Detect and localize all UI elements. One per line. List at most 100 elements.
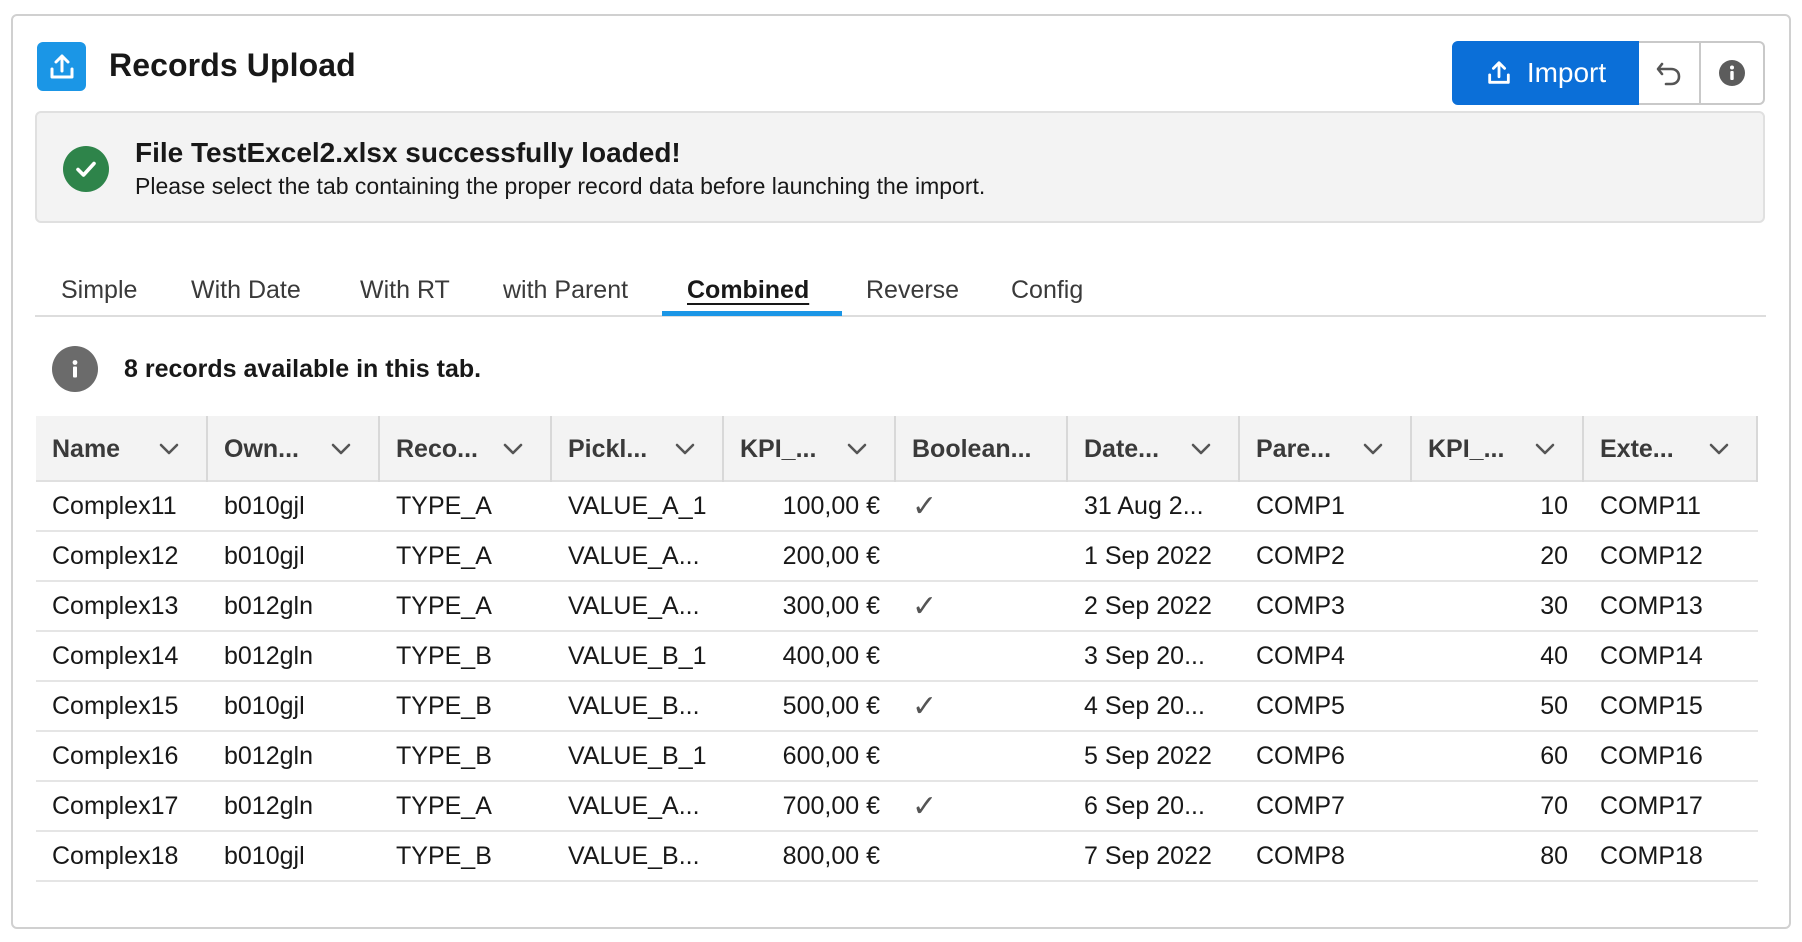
tab-reverse[interactable]: Reverse <box>866 276 959 305</box>
table-cell: COMP8 <box>1256 841 1345 870</box>
chevron-down-icon[interactable] <box>502 438 524 460</box>
column-header[interactable]: KPI_... <box>1412 416 1584 482</box>
tab-bar: Simple With Date With RT with Parent Com… <box>35 262 1766 317</box>
table-cell: TYPE_B <box>396 691 492 720</box>
table-cell: COMP7 <box>1256 791 1345 820</box>
table-cell: b012gln <box>224 641 313 670</box>
column-header-label: KPI_... <box>740 434 817 463</box>
table-cell: Complex16 <box>52 741 179 770</box>
undo-button[interactable] <box>1639 41 1701 105</box>
table-header: Name Own... Reco... Pickl... KPI_... Boolean.… <box>36 416 1758 482</box>
table-cell: b010gjl <box>224 691 305 720</box>
table-cell: COMP16 <box>1600 741 1703 770</box>
import-button[interactable]: Import <box>1452 41 1639 105</box>
import-button-label: Import <box>1526 57 1607 88</box>
page-title: Records Upload <box>109 47 356 83</box>
table-cell: 6 Sep 20... <box>1084 791 1205 820</box>
table-row[interactable]: Complex13 b012gln TYPE_A VALUE_A... 300,00 €… <box>36 582 1758 632</box>
table-row[interactable]: Complex17 b012gln TYPE_A VALUE_A... 700,00 €… <box>36 782 1758 832</box>
table-cell-boolean <box>896 532 1068 580</box>
chevron-down-icon[interactable] <box>1534 438 1556 460</box>
checkmark-icon: ✓ <box>912 489 938 523</box>
column-header[interactable]: Boolean... <box>896 416 1068 482</box>
chevron-down-icon[interactable] <box>158 438 180 460</box>
table-cell: COMP15 <box>1600 691 1703 720</box>
table-cell: TYPE_B <box>396 841 492 870</box>
column-header[interactable]: KPI_... <box>724 416 896 482</box>
table-row[interactable]: Complex12 b010gjl TYPE_A VALUE_A... 200,00 €… <box>36 532 1758 582</box>
table-cell: Complex17 <box>52 791 179 820</box>
table-cell: COMP4 <box>1256 641 1345 670</box>
column-header-label: Pickl... <box>568 434 648 463</box>
table-cell: VALUE_A_1 <box>568 491 707 520</box>
table-cell: 2 Sep 2022 <box>1084 591 1212 620</box>
table-cell: b012gln <box>224 591 313 620</box>
table-cell: 7 Sep 2022 <box>1084 841 1212 870</box>
tab-simple[interactable]: Simple <box>61 276 137 305</box>
table-cell: Complex14 <box>52 641 179 670</box>
table-body: Complex11 b010gjl TYPE_A VALUE_A_1 100,00 € ✓… <box>36 482 1758 882</box>
column-header[interactable]: Reco... <box>380 416 552 482</box>
chevron-down-icon[interactable] <box>1362 438 1384 460</box>
table-cell: TYPE_A <box>396 541 492 570</box>
table-cell: COMP18 <box>1600 841 1703 870</box>
table-cell: COMP17 <box>1600 791 1703 820</box>
table-cell: Complex12 <box>52 541 179 570</box>
table-cell: COMP5 <box>1256 691 1345 720</box>
table-cell-boolean <box>896 832 1068 880</box>
table-cell: TYPE_B <box>396 741 492 770</box>
column-header[interactable]: Pare... <box>1240 416 1412 482</box>
table-row[interactable]: Complex11 b010gjl TYPE_A VALUE_A_1 100,00 € ✓… <box>36 482 1758 532</box>
table-row[interactable]: Complex15 b010gjl TYPE_B VALUE_B... 500,00 €… <box>36 682 1758 732</box>
records-info: 8 records available in this tab. <box>52 346 852 392</box>
records-table: Name Own... Reco... Pickl... KPI_... Boolean.… <box>36 416 1758 882</box>
tab-with-rt[interactable]: With RT <box>360 276 450 305</box>
table-row[interactable]: Complex14 b012gln TYPE_B VALUE_B_1 400,00 € 3… <box>36 632 1758 682</box>
column-header[interactable]: Pickl... <box>552 416 724 482</box>
tab-config[interactable]: Config <box>1011 276 1083 305</box>
checkmark-icon: ✓ <box>912 689 938 723</box>
column-header-label: Reco... <box>396 434 478 463</box>
tab-with-parent[interactable]: with Parent <box>503 276 628 305</box>
column-header-label: Own... <box>224 434 299 463</box>
column-header[interactable]: Own... <box>208 416 380 482</box>
table-cell: COMP11 <box>1600 491 1701 520</box>
table-cell: VALUE_A... <box>568 541 700 570</box>
chevron-down-icon[interactable] <box>674 438 696 460</box>
notice-message: Please select the tab containing the pro… <box>135 173 986 199</box>
table-cell: TYPE_A <box>396 491 492 520</box>
table-cell: 20 <box>1540 541 1568 570</box>
check-icon <box>63 146 109 192</box>
column-header[interactable]: Name <box>36 416 208 482</box>
upload-icon <box>37 42 86 91</box>
chevron-down-icon[interactable] <box>1190 438 1212 460</box>
table-cell: 30 <box>1540 591 1568 620</box>
table-cell: 500,00 € <box>782 691 880 720</box>
info-button[interactable] <box>1701 41 1765 105</box>
table-cell: Complex11 <box>52 491 177 520</box>
table-row[interactable]: Complex16 b012gln TYPE_B VALUE_B_1 600,00 € 5… <box>36 732 1758 782</box>
table-cell: VALUE_B_1 <box>568 741 707 770</box>
tab-with-date[interactable]: With Date <box>191 276 301 305</box>
table-cell: VALUE_B... <box>568 691 700 720</box>
table-cell: 31 Aug 2... <box>1084 491 1204 520</box>
table-cell: COMP14 <box>1600 641 1703 670</box>
table-cell: 400,00 € <box>782 641 880 670</box>
column-header-label: KPI_... <box>1428 434 1505 463</box>
table-cell: COMP13 <box>1600 591 1703 620</box>
table-cell: COMP2 <box>1256 541 1345 570</box>
table-row[interactable]: Complex18 b010gjl TYPE_B VALUE_B... 800,00 €… <box>36 832 1758 882</box>
column-header[interactable]: Date... <box>1068 416 1240 482</box>
chevron-down-icon[interactable] <box>846 438 868 460</box>
table-cell: 10 <box>1540 491 1568 520</box>
checkmark-icon: ✓ <box>912 789 938 823</box>
tab-combined[interactable]: Combined <box>687 276 809 305</box>
column-header[interactable]: Exte... <box>1584 416 1758 482</box>
table-cell: Complex13 <box>52 591 179 620</box>
chevron-down-icon[interactable] <box>330 438 352 460</box>
chevron-down-icon[interactable] <box>1708 438 1730 460</box>
table-cell: b010gjl <box>224 491 305 520</box>
table-cell: Complex18 <box>52 841 179 870</box>
table-cell: VALUE_A... <box>568 591 700 620</box>
table-cell: VALUE_A... <box>568 791 700 820</box>
